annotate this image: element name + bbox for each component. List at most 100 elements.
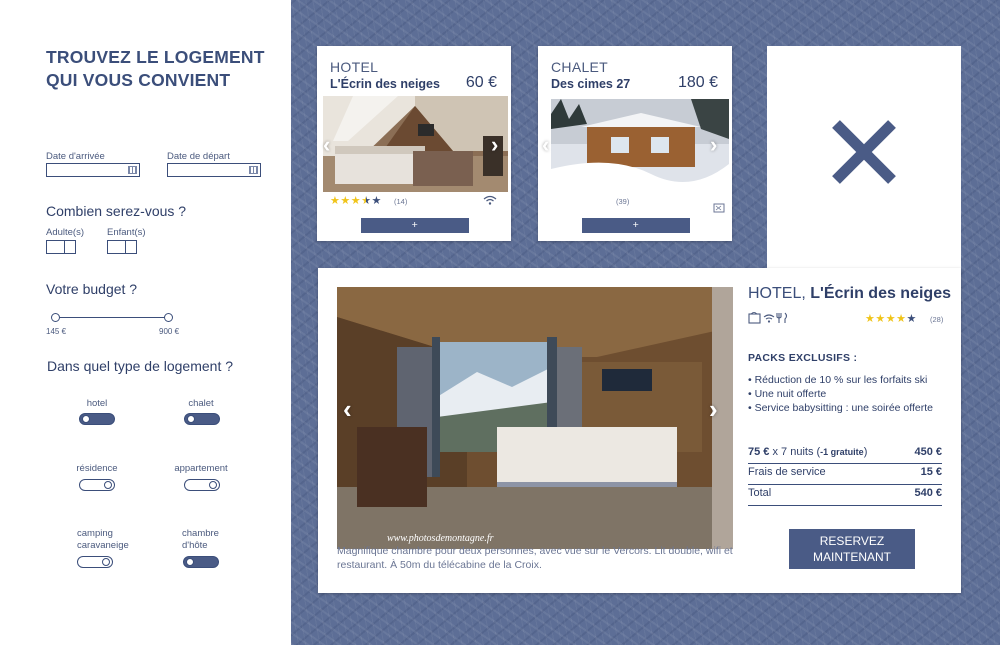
children-stepper[interactable] xyxy=(107,240,137,254)
detail-rating-stars: ★★★★★ xyxy=(865,312,917,325)
card-type: CHALET xyxy=(551,59,609,75)
detail-title: HOTEL, L'Écrin des neiges xyxy=(748,285,951,303)
budget-title: Votre budget ? xyxy=(46,281,138,297)
chevron-left-icon[interactable]: ‹ xyxy=(343,396,352,422)
close-icon[interactable] xyxy=(830,118,898,186)
hotel-room-photo xyxy=(323,96,508,192)
fees-row: Frais de service 15 € xyxy=(748,463,942,483)
calendar-icon[interactable] xyxy=(249,166,258,174)
book-now-button[interactable]: RESERVEZ MAINTENANT xyxy=(789,529,915,569)
departure-date-label: Date de départ xyxy=(167,151,230,162)
nights-price-row: 75 € x 7 nuits (-1 gratuite) 450 € xyxy=(748,443,942,463)
rating-stars: ★★★★★ xyxy=(330,194,382,207)
chambre-hote-toggle[interactable] xyxy=(183,556,219,568)
card-name: L'Écrin des neiges xyxy=(330,77,440,91)
hotel-photo-graphic xyxy=(323,96,508,192)
nights-price-value: 450 € xyxy=(914,446,942,458)
children-label: Enfant(s) xyxy=(107,227,146,238)
total-row: Total 540 € xyxy=(748,484,942,504)
star-icon: ★ xyxy=(371,195,382,207)
hotel-toggle[interactable] xyxy=(79,413,115,425)
wifi-icon xyxy=(763,314,775,320)
pack-item: Une nuit offerte xyxy=(748,387,933,401)
budget-max-value: 900 € xyxy=(159,327,180,336)
tv-icon xyxy=(748,313,761,324)
card-type: HOTEL xyxy=(330,59,379,75)
photo-watermark: www.photosdemontagne.fr xyxy=(387,533,494,544)
camping-toggle[interactable] xyxy=(77,556,113,568)
toggle-knob xyxy=(82,415,90,423)
total-label: Total xyxy=(748,487,772,499)
detail-name: L'Écrin des neiges xyxy=(810,285,951,302)
card-name: Des cimes 27 xyxy=(551,77,631,91)
chalet-photo-graphic xyxy=(551,99,729,219)
toggle-knob xyxy=(102,558,110,566)
packs-list: Réduction de 10 % sur les forfaits ski U… xyxy=(748,373,933,415)
calendar-icon[interactable] xyxy=(128,166,137,174)
review-count: (39) xyxy=(616,197,630,206)
room-description: Magnifique chambre pour deux personnes, … xyxy=(337,545,733,571)
type-label-chambre: chambre d'hôte xyxy=(182,528,219,551)
type-label-hotel: hotel xyxy=(86,398,108,409)
nights-price-label: 75 € x 7 nuits (-1 gratuite) xyxy=(748,446,868,458)
budget-min-handle[interactable] xyxy=(51,313,60,322)
parking-icon xyxy=(713,203,725,213)
more-info-button[interactable]: + D'INFORMATIONS xyxy=(361,218,469,244)
chalet-toggle[interactable] xyxy=(184,413,220,425)
result-card-chalet[interactable]: CHALET Des cimes 27 180 € ‹ › (39) + D'I… xyxy=(538,46,732,244)
appartement-toggle[interactable] xyxy=(184,479,220,491)
result-card-hotel[interactable]: HOTEL L'Écrin des neiges 60 € ‹ › ★★★★★ … xyxy=(317,46,511,244)
half-star-icon: ★ xyxy=(361,195,372,207)
detail-room-photo: www.photosdemontagne.fr xyxy=(337,287,733,549)
budget-slider-track[interactable] xyxy=(56,317,170,318)
toggle-knob xyxy=(186,558,194,566)
chalet-photo xyxy=(551,99,729,219)
detail-review-count: (28) xyxy=(930,315,944,324)
detail-type: HOTEL, xyxy=(748,285,806,302)
arrival-date-label: Date d'arrivée xyxy=(46,151,105,162)
amenities-icons xyxy=(748,312,788,324)
divider xyxy=(748,505,942,506)
wifi-icon xyxy=(483,195,497,205)
toggle-knob xyxy=(209,481,217,489)
type-label-chalet: chalet xyxy=(188,398,214,409)
toggle-knob xyxy=(187,415,195,423)
card-price: 180 € xyxy=(677,74,718,91)
type-title: Dans quel type de logement ? xyxy=(47,358,234,374)
more-info-button[interactable]: + D'INFORMATIONS xyxy=(582,218,690,244)
residence-toggle[interactable] xyxy=(79,479,115,491)
results-area: HOTEL L'Écrin des neiges 60 € ‹ › ★★★★★ … xyxy=(291,0,1000,645)
close-panel[interactable] xyxy=(767,46,961,268)
star-icon: ★★★★ xyxy=(865,313,907,325)
star-icon: ★★★ xyxy=(330,195,362,207)
chevron-right-icon[interactable]: › xyxy=(491,134,498,156)
chevron-left-icon[interactable]: ‹ xyxy=(323,134,330,156)
departure-date-input[interactable] xyxy=(167,163,261,177)
chevron-right-icon[interactable]: › xyxy=(709,396,718,422)
budget-min-value: 145 € xyxy=(46,327,67,336)
detail-photo-graphic xyxy=(337,287,733,549)
review-count: (14) xyxy=(394,197,408,206)
star-icon: ★ xyxy=(906,313,917,325)
chevron-right-icon[interactable]: › xyxy=(710,134,717,156)
pack-item: Service babysitting : une soirée offerte xyxy=(748,401,933,415)
fees-label: Frais de service xyxy=(748,466,826,478)
total-value: 540 € xyxy=(914,487,942,499)
fees-value: 15 € xyxy=(920,466,942,478)
sidebar-title: TROUVEZ LE LOGEMENT QUI VOUS CONVIENT xyxy=(46,47,265,90)
adults-label: Adulte(s) xyxy=(46,227,85,238)
budget-max-handle[interactable] xyxy=(164,313,173,322)
arrival-date-input[interactable] xyxy=(46,163,140,177)
chevron-left-icon[interactable]: ‹ xyxy=(542,134,549,156)
restaurant-icon xyxy=(776,312,788,323)
type-label-appartement: appartement xyxy=(174,463,228,474)
guests-title: Combien serez-vous ? xyxy=(46,203,187,219)
pack-item: Réduction de 10 % sur les forfaits ski xyxy=(748,373,933,387)
filter-sidebar: TROUVEZ LE LOGEMENT QUI VOUS CONVIENT Da… xyxy=(0,0,291,645)
card-price: 60 € xyxy=(465,74,497,91)
detail-card: www.photosdemontagne.fr ‹ › Magnifique c… xyxy=(318,268,961,593)
toggle-knob xyxy=(104,481,112,489)
adults-stepper[interactable] xyxy=(46,240,76,254)
packs-title: PACKS EXCLUSIFS : xyxy=(748,352,858,364)
type-label-camping: camping caravaneige xyxy=(77,528,129,551)
